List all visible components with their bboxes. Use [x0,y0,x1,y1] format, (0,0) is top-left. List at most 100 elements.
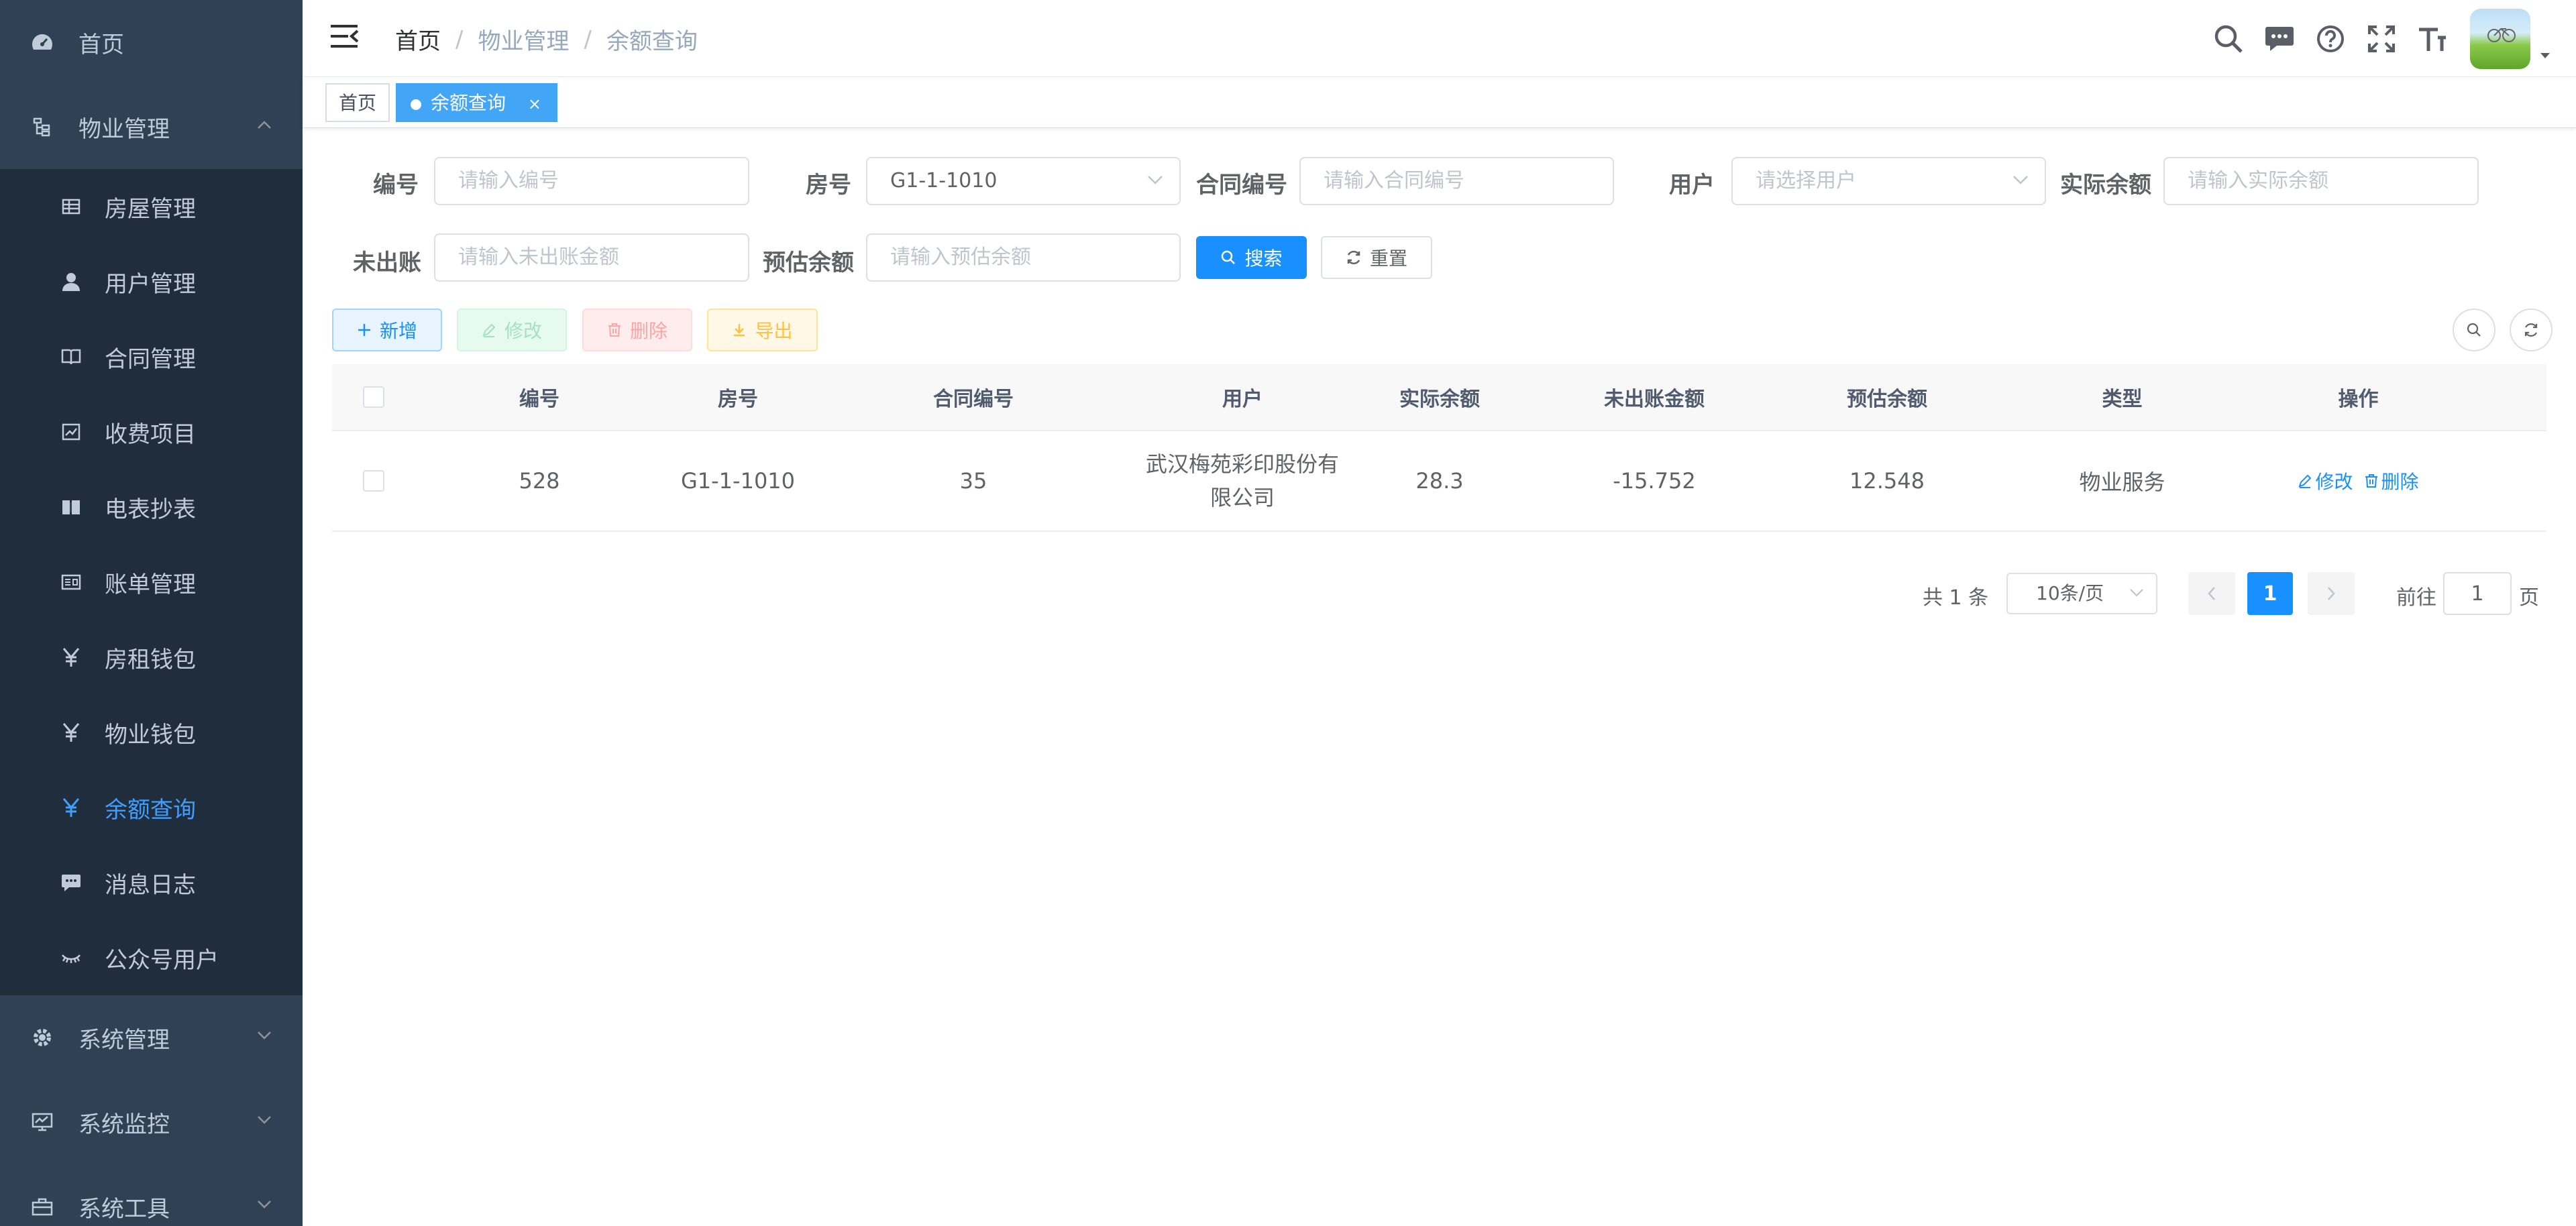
sidebar-item-rent-wallet[interactable]: 房租钱包 [0,620,303,695]
chevron-down-icon [1147,174,1163,185]
edit-button[interactable]: 修改 [457,309,567,351]
sidebar-item-label: 物业钱包 [105,721,196,748]
sidebar-item-label: 公众号用户 [105,946,219,974]
reset-button[interactable]: 重置 [1321,236,1432,279]
yen-icon [59,722,83,742]
breadcrumb-separator: / [455,25,464,53]
refresh-button[interactable] [2510,309,2553,351]
tag-home[interactable]: 首页 [325,83,390,122]
sidebar-item-label: 物业管理 [78,115,170,143]
column-header[interactable]: 合同编号 [812,364,1134,430]
actual-balance-input[interactable]: 请输入实际余额 [2163,157,2479,205]
room-label: 房号 [806,172,851,199]
sidebar-item-contract[interactable]: 合同管理 [0,319,303,394]
search-icon[interactable] [2203,24,2254,54]
sidebar-item-system-tools[interactable]: 系统工具 [0,1164,303,1226]
goto-page-input[interactable]: 1 [2443,572,2512,615]
delete-icon [607,323,622,337]
row-delete-link[interactable]: 删除 [2364,467,2419,494]
column-header[interactable]: 编号 [415,364,663,430]
cell-code: 528 [519,468,560,494]
sidebar-item-message-log[interactable]: 消息日志 [0,845,303,920]
contract-input[interactable]: 请输入合同编号 [1299,157,1614,205]
cell-contract: 35 [959,468,987,494]
cell-user: 武汉梅苑彩印股份有 限公司 [1134,431,1350,531]
sidebar-item-property-wallet[interactable]: 物业钱包 [0,695,303,770]
table-row[interactable]: 528 G1-1-1010 35 武汉梅苑彩印股份有 限公司 28.3 -15.… [332,431,2546,532]
yen-icon [59,647,83,667]
sidebar-item-meter[interactable]: 电表抄表 [0,469,303,545]
sidebar-item-balance[interactable]: 余额查询 [0,770,303,845]
font-size-icon[interactable] [2407,25,2458,52]
user-select[interactable]: 请选择用户 [1731,157,2046,205]
search-button[interactable]: 搜索 [1196,236,1307,279]
delete-button-label: 删除 [629,320,667,342]
sidebar-item-user[interactable]: 用户管理 [0,244,303,319]
sidebar-item-bill[interactable]: 账单管理 [0,545,303,620]
avatar[interactable] [2470,8,2530,69]
chevron-down-icon [257,1031,272,1040]
toggle-search-button[interactable] [2453,309,2496,351]
export-button[interactable]: 导出 [707,309,818,351]
unbilled-input[interactable]: 请输入未出账金额 [434,233,749,282]
select-all-cell [332,364,415,430]
add-button[interactable]: 新增 [332,309,442,351]
column-header[interactable]: 用户 [1134,364,1350,430]
row-edit-label: 修改 [2315,471,2353,493]
sidebar-item-house[interactable]: 房屋管理 [0,169,303,244]
page-size-select[interactable]: 10条/页 [2006,573,2157,614]
select-all-checkbox[interactable] [363,386,384,408]
caret-down-icon[interactable] [2540,52,2551,59]
help-icon[interactable] [2305,25,2356,53]
user-select-placeholder: 请选择用户 [1756,169,1856,192]
sidebar-item-fees[interactable]: 收费项目 [0,394,303,469]
column-header[interactable]: 类型 [1994,364,2250,430]
cell-user-line: 武汉梅苑彩印股份有 [1145,451,1339,477]
breadcrumb-home[interactable]: 首页 [395,23,441,56]
chevron-up-icon [257,120,272,129]
sidebar-item-system-monitor[interactable]: 系统监控 [0,1080,303,1164]
contract-label: 合同编号 [1196,172,1287,199]
breadcrumb-separator: / [584,25,592,53]
export-button-label: 导出 [755,320,793,342]
eye-closed-icon [59,951,83,964]
cell-actions: 修改 删除 [2250,431,2467,531]
column-header[interactable]: 房号 [663,364,812,430]
column-header[interactable]: 未出账金额 [1529,364,1780,430]
sidebar-item-home[interactable]: 首页 [0,0,303,85]
chevron-left-icon [2207,586,2216,601]
row-checkbox[interactable] [363,470,384,492]
pagination-total: 共 1 条 [1923,586,1989,610]
estimated-input[interactable]: 请输入预估余额 [866,233,1181,282]
sidebar-item-label: 用户管理 [105,270,196,298]
room-select-value: G1-1-1010 [890,169,998,192]
prev-page-button[interactable] [2188,572,2235,615]
search-button-label: 搜索 [1244,247,1283,270]
user-label: 用户 [1669,172,1715,199]
cell-unbilled: -15.752 [1613,468,1696,494]
row-edit-link[interactable]: 修改 [2298,467,2353,494]
delete-button[interactable]: 删除 [582,309,692,351]
refresh-icon [2523,322,2539,338]
fullscreen-icon[interactable] [2356,25,2407,53]
code-input[interactable]: 请输入编号 [434,157,749,205]
search-icon [2466,322,2482,338]
hamburger-icon[interactable] [329,23,359,50]
page-number-current[interactable]: 1 [2247,572,2293,615]
close-icon[interactable]: × [528,95,541,113]
chevron-down-icon [2012,174,2029,185]
message-icon[interactable] [2254,25,2305,52]
sidebar-item-wechat-user[interactable]: 公众号用户 [0,920,303,995]
column-header[interactable]: 预估余额 [1780,364,1994,430]
next-page-button[interactable] [2308,572,2355,615]
room-select[interactable]: G1-1-1010 [866,157,1181,205]
form-icon [59,574,83,590]
column-header[interactable]: 实际余额 [1350,364,1529,430]
sidebar-item-system-admin[interactable]: 系统管理 [0,995,303,1080]
row-delete-label: 删除 [2381,471,2419,493]
chevron-down-icon [2129,588,2144,598]
sidebar-item-property[interactable]: 物业管理 [0,85,303,169]
tag-balance-query[interactable]: 余额查询 × [396,83,558,122]
column-header: 操作 [2338,388,2379,411]
tree-icon [30,117,54,137]
